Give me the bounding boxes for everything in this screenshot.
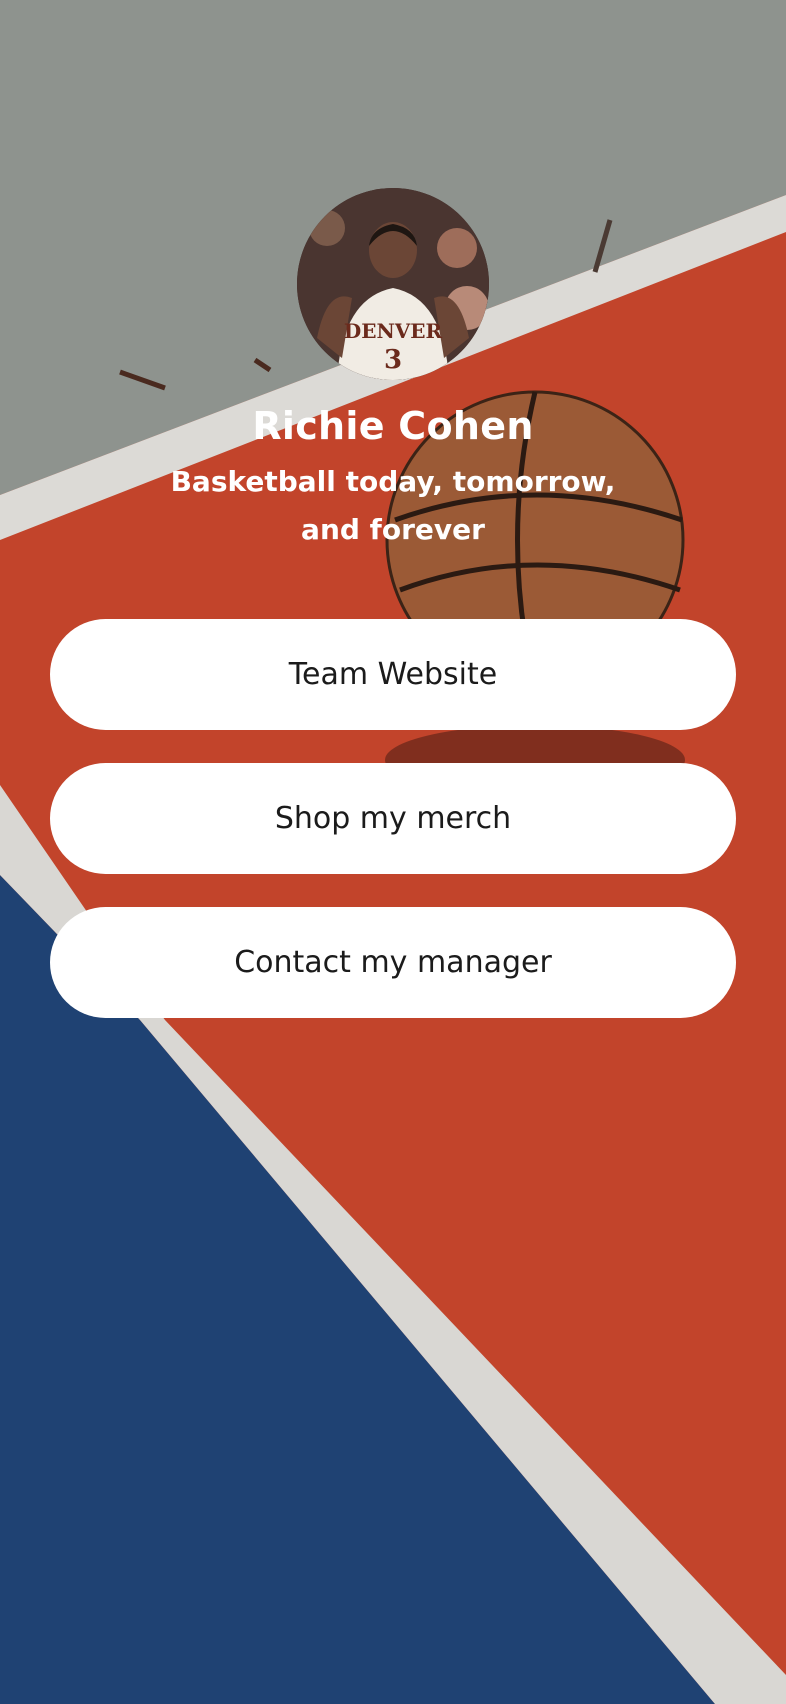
linkpage: DENVER 3 Richie Cohen Basketball today, … — [0, 0, 786, 1704]
team-website-button[interactable]: Team Website — [50, 619, 736, 730]
profile-name: Richie Cohen — [252, 404, 534, 448]
player-photo-icon: DENVER 3 — [297, 188, 489, 380]
link-list: Team Website Shop my merch Contact my ma… — [50, 619, 736, 1051]
contact-manager-button[interactable]: Contact my manager — [50, 907, 736, 1018]
avatar: DENVER 3 — [297, 188, 489, 380]
shop-merch-button[interactable]: Shop my merch — [50, 763, 736, 874]
svg-text:DENVER: DENVER — [344, 319, 443, 343]
profile-bio: Basketball today, tomorrow, and forever — [170, 465, 616, 546]
svg-text:3: 3 — [384, 345, 402, 375]
